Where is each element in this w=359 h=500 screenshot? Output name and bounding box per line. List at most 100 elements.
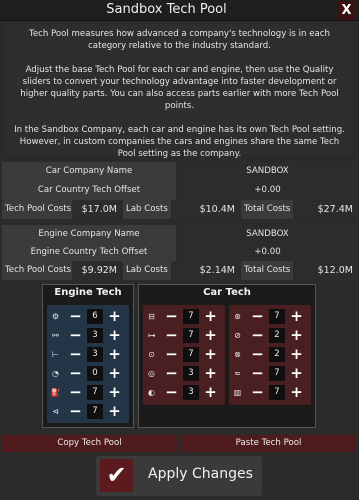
decrease-button[interactable]: − [163, 346, 180, 363]
car-tech-sliders-right: ⊛ −7 + ⊘ −2 + ⊗ −2 + ≈ −7 + ▥ −7 + [229, 305, 311, 405]
head-icon: ⊢ [52, 350, 59, 359]
car-company-name-value: SANDBOX [178, 162, 357, 181]
drivetrain-icon: ⊙ [148, 350, 155, 359]
car-tech-title: Car Tech [203, 287, 251, 298]
increase-button[interactable]: + [202, 346, 219, 363]
car-lab-costs-value: $10.4M [172, 200, 239, 219]
tyres-icon: ⊛ [234, 312, 241, 321]
description-paragraph-3: In the Sandbox Company, each car and eng… [14, 125, 345, 159]
decrease-button[interactable]: − [67, 346, 84, 363]
engine-tech-title: Engine Tech [54, 287, 122, 298]
apply-changes-button[interactable]: ✔ Apply Changes [96, 456, 262, 496]
car-body-icon: ⊶ [147, 331, 156, 340]
car-country-offset-value: +0.00 [178, 181, 357, 200]
wheel-icon: ⊗ [234, 350, 241, 359]
increase-button[interactable]: + [106, 346, 123, 363]
decrease-button[interactable]: − [163, 308, 180, 325]
engine-lab-costs-value: $2.14M [172, 261, 239, 280]
increase-button[interactable]: + [288, 308, 305, 325]
car-tech-level-value: 2 [269, 347, 285, 362]
decrease-button[interactable]: − [249, 365, 266, 382]
engine-block-icon: ⚙ [51, 312, 60, 321]
brakes-icon: ⊘ [234, 331, 241, 340]
engine-tech-level-value: 7 [87, 385, 103, 400]
safety-icon: ◐ [148, 388, 155, 397]
engine-country-offset-label: Engine Country Tech Offset [2, 243, 176, 262]
car-company-name-label: Car Company Name [2, 162, 176, 181]
car-tech-level-value: 3 [183, 385, 199, 400]
car-lab-costs-label: Lab Costs [123, 200, 171, 219]
car-tech-level-value: 7 [269, 385, 285, 400]
engine-tech-panel: Engine Tech ⚙ −6 + ⚯ −3 + ⊢ −3 + ◔ −0 + ⛽ −7 + ⊲ −7 + [42, 284, 134, 428]
car-country-offset-label: Car Country Tech Offset [2, 181, 176, 200]
car-total-costs-value: $27.4M [294, 200, 357, 219]
decrease-button[interactable]: − [67, 308, 84, 325]
decrease-button[interactable]: − [67, 365, 84, 382]
increase-button[interactable]: + [202, 365, 219, 382]
engine-country-offset-value: +0.00 [178, 243, 357, 262]
increase-button[interactable]: + [288, 346, 305, 363]
turbo-icon: ◔ [52, 369, 59, 378]
decrease-button[interactable]: − [249, 384, 266, 401]
decrease-button[interactable]: − [67, 403, 84, 420]
increase-button[interactable]: + [106, 365, 123, 382]
increase-button[interactable]: + [106, 403, 123, 420]
fuel-system-icon: ⛽ [50, 388, 61, 397]
car-tech-slider-row: ⊟ −7 + [143, 308, 225, 325]
engine-country-offset-row: Engine Country Tech Offset +0.00 [2, 243, 357, 262]
crankshaft-icon: ⚯ [52, 331, 59, 340]
car-tech-slider-row: ⊗ −2 + [229, 346, 311, 363]
increase-button[interactable]: + [106, 384, 123, 401]
engine-tech-slider-row: ◔ −0 + [47, 365, 129, 382]
paste-tech-pool-button[interactable]: Paste Tech Pool [181, 435, 356, 452]
engine-costs-row: Tech Pool Costs $9.92M Lab Costs $2.14M … [2, 261, 357, 280]
decrease-button[interactable]: − [249, 327, 266, 344]
car-tech-slider-row: ⊛ −7 + [229, 308, 311, 325]
car-tech-slider-row: ◎ −3 + [143, 365, 225, 382]
engine-tech-level-value: 7 [87, 404, 103, 419]
car-tech-level-value: 7 [183, 347, 199, 362]
decrease-button[interactable]: − [67, 327, 84, 344]
engine-tech-pool-costs-value: $9.92M [73, 261, 121, 280]
car-country-offset-row: Car Country Tech Offset +0.00 [2, 181, 357, 200]
car-tech-slider-row: ≈ −7 + [229, 365, 311, 382]
car-total-costs-label: Total Costs [241, 200, 293, 219]
engine-lab-costs-label: Lab Costs [123, 261, 171, 280]
increase-button[interactable]: + [202, 327, 219, 344]
engine-tech-slider-row: ⊲ −7 + [47, 403, 129, 420]
decrease-button[interactable]: − [67, 384, 84, 401]
engine-tech-level-value: 3 [87, 328, 103, 343]
engine-company-name-label: Engine Company Name [2, 225, 176, 244]
car-tech-level-value: 7 [183, 309, 199, 324]
decrease-button[interactable]: − [249, 346, 266, 363]
car-tech-pool-costs-label: Tech Pool Costs [2, 200, 72, 219]
decrease-button[interactable]: − [163, 365, 180, 382]
increase-button[interactable]: + [106, 327, 123, 344]
car-tech-slider-row: ⊙ −7 + [143, 346, 225, 363]
engine-tech-level-value: 3 [87, 347, 103, 362]
description-paragraph-1: Tech Pool measures how advanced a compan… [29, 29, 330, 51]
engine-tech-slider-row: ⚙ −6 + [47, 308, 129, 325]
suspension-icon: ◎ [148, 369, 155, 378]
increase-button[interactable]: + [288, 327, 305, 344]
decrease-button[interactable]: − [163, 327, 180, 344]
engine-company-name-row: Engine Company Name SANDBOX [2, 225, 357, 244]
checkmark-icon: ✔ [100, 459, 133, 492]
description-paragraph-2: Adjust the base Tech Pool for each car a… [20, 65, 339, 111]
car-tech-slider-row: ▥ −7 + [229, 384, 311, 401]
decrease-button[interactable]: − [249, 308, 266, 325]
exhaust-icon: ⊲ [52, 407, 59, 416]
car-tech-slider-row: ⊶ −7 + [143, 327, 225, 344]
increase-button[interactable]: + [288, 365, 305, 382]
copy-tech-pool-button[interactable]: Copy Tech Pool [2, 435, 177, 452]
increase-button[interactable]: + [288, 384, 305, 401]
increase-button[interactable]: + [202, 308, 219, 325]
engine-tech-sliders: ⚙ −6 + ⚯ −3 + ⊢ −3 + ◔ −0 + ⛽ −7 + ⊲ −7 + [47, 305, 129, 423]
increase-button[interactable]: + [202, 384, 219, 401]
aero-icon: ≈ [234, 369, 241, 378]
description-panel: Tech Pool measures how advanced a compan… [6, 24, 353, 159]
decrease-button[interactable]: − [163, 384, 180, 401]
engine-tech-slider-row: ⛽ −7 + [47, 384, 129, 401]
close-button[interactable]: X [337, 1, 356, 20]
increase-button[interactable]: + [106, 308, 123, 325]
